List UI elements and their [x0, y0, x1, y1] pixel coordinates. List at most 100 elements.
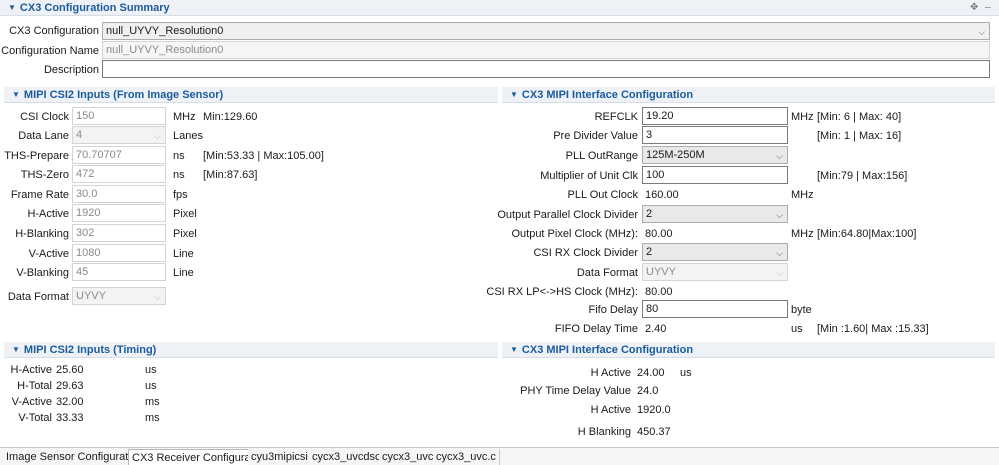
timing-header[interactable]: ▼ MIPI CSI2 Inputs (Timing): [4, 342, 498, 358]
if2-h-active-px-label: H Active: [590, 404, 631, 416]
fifo-delay-field[interactable]: 80: [642, 300, 788, 318]
mult-unit-clk-range: [Min:79 | Max:156]: [817, 170, 908, 182]
v-blanking-field: 45: [72, 263, 166, 281]
fifo-delay-unit: byte: [791, 304, 812, 316]
phy-delay-value: 24.0: [637, 385, 659, 397]
timing-v-active-unit: ms: [145, 396, 160, 408]
chevron-down-icon: ⌵: [776, 268, 783, 278]
if-data-format-label: Data Format: [576, 267, 638, 279]
if2-h-blanking-value: 450.37: [637, 426, 671, 438]
out-pixel-clk-label: Output Pixel Clock (MHz):: [511, 228, 638, 240]
ths-zero-range: [Min:87.63]: [203, 169, 258, 181]
pin-icon[interactable]: ✥: [970, 2, 978, 13]
timing-h-total-value: 29.63: [56, 380, 84, 392]
out-par-clk-div-select[interactable]: 2 ⌵: [642, 205, 788, 223]
csi-rx-clk-div-label: CSI RX Clock Divider: [533, 247, 638, 259]
pll-outrange-select[interactable]: 125M-250M ⌵: [642, 146, 788, 164]
data-format-label: Data Format: [7, 291, 69, 303]
editor-tab-bar: Image Sensor Configuration CX3 Receiver …: [0, 447, 999, 465]
frame-rate-label: Frame Rate: [10, 189, 69, 201]
ths-prepare-field: 70.70707: [72, 146, 166, 164]
pre-divider-field[interactable]: 3: [642, 126, 788, 144]
v-active-label: V-Active: [28, 248, 69, 260]
refclk-unit: MHz: [791, 111, 814, 123]
collapse-icon[interactable]: ▼: [12, 345, 20, 354]
chevron-down-icon: ⌵: [776, 151, 783, 161]
data-lane-select: 4 ⌵: [72, 126, 166, 144]
mipi-if2-title: ▼ CX3 MIPI Interface Configuration: [510, 344, 694, 356]
timing-h-active-value: 25.60: [56, 364, 84, 376]
h-active-field: 1920: [72, 204, 166, 222]
h-blanking-unit: Pixel: [173, 228, 197, 240]
fifo-delay-time-unit: us: [791, 323, 803, 335]
data-lane-unit: Lanes: [173, 130, 203, 142]
csi-rx-clk-div-select[interactable]: 2 ⌵: [642, 243, 788, 261]
tab-cycx3-uvc-c[interactable]: cycx3_uvc.c: [433, 449, 500, 465]
if2-h-active-px-value: 1920.0: [637, 404, 671, 416]
description-field[interactable]: [102, 60, 990, 78]
mipi-if2-header[interactable]: ▼ CX3 MIPI Interface Configuration: [502, 342, 995, 358]
ths-prepare-unit: ns: [173, 150, 185, 162]
frame-rate-unit: fps: [173, 189, 188, 201]
timing-v-active-label: V-Active: [11, 396, 52, 408]
v-blanking-unit: Line: [173, 267, 194, 279]
summary-title: ▼ CX3 Configuration Summary: [8, 2, 170, 14]
timing-v-total-value: 33.33: [56, 412, 84, 424]
timing-h-total-unit: us: [145, 380, 157, 392]
chevron-down-icon: ⌵: [776, 248, 783, 258]
data-format-select: UYVY ⌵: [72, 287, 166, 305]
cx3-config-label: CX3 Configuration: [9, 25, 99, 37]
mipi-if-header[interactable]: ▼ CX3 MIPI Interface Configuration: [502, 87, 995, 103]
if2-h-blanking-label: H Blanking: [577, 426, 631, 438]
chevron-down-icon: ⌵: [154, 131, 161, 141]
collapse-icon[interactable]: ▼: [12, 90, 20, 99]
csi-clock-label: CSI Clock: [20, 111, 69, 123]
collapse-icon[interactable]: ▼: [8, 3, 16, 12]
minimize-icon[interactable]: –: [985, 2, 991, 13]
v-blanking-label: V-Blanking: [16, 267, 69, 279]
csi-clock-field: 150: [72, 107, 166, 125]
chevron-down-icon: ⌵: [154, 292, 161, 302]
csi-inputs-title: ▼ MIPI CSI2 Inputs (From Image Sensor): [12, 89, 224, 101]
phy-delay-label: PHY Time Delay Value: [520, 385, 631, 397]
if-data-format-select: UYVY ⌵: [642, 263, 788, 281]
ths-zero-label: THS-Zero: [20, 169, 69, 181]
cx3-config-select[interactable]: null_UYVY_Resolution0 ⌵: [102, 22, 990, 40]
if2-h-active-value: 24.00: [637, 367, 665, 379]
pre-divider-label: Pre Divider Value: [553, 130, 638, 142]
chevron-down-icon: ⌵: [978, 27, 985, 37]
summary-header[interactable]: ▼ CX3 Configuration Summary ✥ –: [0, 0, 999, 16]
csi-rx-lp-hs-label: CSI RX LP<->HS Clock (MHz):: [486, 286, 638, 298]
timing-h-active-unit: us: [145, 364, 157, 376]
mult-unit-clk-label: Multiplier of Unit Clk: [540, 170, 638, 182]
h-active-label: H-Active: [27, 208, 69, 220]
if2-h-active-label: H Active: [590, 367, 631, 379]
out-pixel-clk-range: [Min:64.80|Max:100]: [817, 228, 917, 240]
mult-unit-clk-field[interactable]: 100: [642, 166, 788, 184]
tab-image-sensor-configuration[interactable]: Image Sensor Configuration: [3, 449, 147, 465]
if2-h-active-unit: us: [680, 367, 692, 379]
csi-clock-range: Min:129.60: [203, 111, 258, 123]
description-label: Description: [43, 64, 99, 76]
fifo-delay-time-label: FIFO Delay Time: [554, 323, 638, 335]
ths-zero-unit: ns: [173, 169, 185, 181]
pll-out-clock-value: 160.00: [645, 189, 679, 201]
refclk-label: REFCLK: [594, 111, 638, 123]
h-blanking-label: H-Blanking: [15, 228, 69, 240]
csi-inputs-header[interactable]: ▼ MIPI CSI2 Inputs (From Image Sensor): [4, 87, 498, 103]
timing-v-active-value: 32.00: [56, 396, 84, 408]
refclk-field[interactable]: 19.20: [642, 107, 788, 125]
collapse-icon[interactable]: ▼: [510, 345, 518, 354]
out-pixel-clk-unit: MHz: [791, 228, 814, 240]
fifo-delay-label: Fifo Delay: [588, 304, 638, 316]
fifo-delay-time-value: 2.40: [645, 323, 667, 335]
csi-clock-unit: MHz: [173, 111, 196, 123]
collapse-icon[interactable]: ▼: [510, 90, 518, 99]
pll-out-clock-unit: MHz: [791, 189, 814, 201]
out-par-clk-div-label: Output Parallel Clock Divider: [497, 209, 638, 221]
timing-h-active-label: H-Active: [10, 364, 52, 376]
data-lane-label: Data Lane: [18, 130, 69, 142]
timing-v-total-unit: ms: [145, 412, 160, 424]
config-name-label: Configuration Name: [1, 45, 99, 57]
fifo-delay-time-range: [Min :1.60| Max :15.33]: [817, 323, 929, 335]
